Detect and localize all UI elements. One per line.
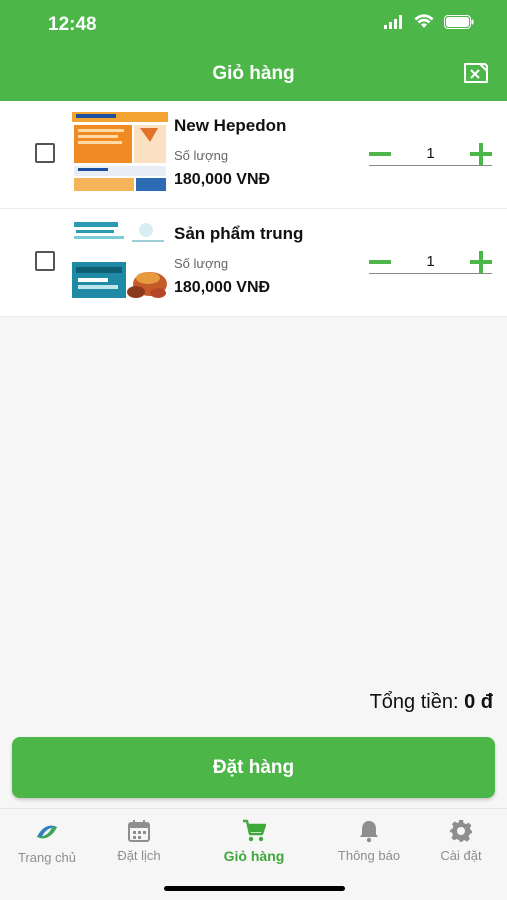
item-price: 180,000 VNĐ xyxy=(174,171,271,188)
item-name: New Hepedon xyxy=(174,116,287,135)
quantity-stepper: 1 xyxy=(369,251,492,275)
quantity-value[interactable]: 1 xyxy=(397,253,464,270)
tab-label: Thông báo xyxy=(337,848,401,863)
calendar-icon xyxy=(128,820,150,842)
plus-icon[interactable] xyxy=(470,251,492,273)
cart-item: Sản phẩm trung Số lượng 180,000 VNĐ 1 xyxy=(0,209,507,317)
status-time: 12:48 xyxy=(48,14,97,35)
item-checkbox[interactable] xyxy=(35,251,55,271)
cart-icon xyxy=(243,819,266,842)
minus-icon[interactable] xyxy=(369,251,391,273)
tab-label: Trang chủ xyxy=(17,850,77,865)
delete-cart-icon[interactable] xyxy=(463,62,489,84)
product-image xyxy=(72,112,168,193)
tab-cart[interactable]: Giỏ hàng xyxy=(209,819,299,864)
plus-icon[interactable] xyxy=(470,143,492,165)
quantity-label: Số lượng xyxy=(174,148,229,163)
tab-label: Đặt lịch xyxy=(117,848,161,863)
quantity-underline xyxy=(369,165,492,166)
logo-icon xyxy=(36,825,58,839)
quantity-value[interactable]: 1 xyxy=(397,145,464,162)
page-title: Giỏ hàng xyxy=(212,63,295,84)
bell-icon xyxy=(360,821,378,843)
home-indicator xyxy=(164,886,345,891)
status-icons xyxy=(384,14,474,29)
cart-list: New Hepedon Số lượng 180,000 VNĐ 1 Sản p… xyxy=(0,101,507,317)
item-price: 180,000 VNĐ xyxy=(174,279,271,296)
quantity-underline xyxy=(369,273,492,274)
quantity-stepper: 1 xyxy=(369,143,492,167)
place-order-button[interactable]: Đặt hàng xyxy=(12,737,495,798)
tab-booking[interactable]: Đặt lịch xyxy=(94,819,184,863)
total-summary: Tổng tiền: 0 đ xyxy=(370,691,493,714)
battery-icon xyxy=(444,14,474,29)
minus-icon[interactable] xyxy=(369,143,391,165)
total-value: 0 đ xyxy=(464,691,493,713)
gear-icon xyxy=(450,820,472,842)
item-name: Sản phẩm trung xyxy=(174,224,304,243)
tab-home[interactable]: Trang chủ xyxy=(2,819,92,865)
tab-label: Giỏ hàng xyxy=(223,848,285,864)
item-checkbox[interactable] xyxy=(35,143,55,163)
tab-label: Cài đặt xyxy=(440,848,482,863)
quantity-label: Số lượng xyxy=(174,256,229,271)
signal-icon xyxy=(384,14,402,29)
tab-settings[interactable]: Cài đặt xyxy=(416,819,506,863)
wifi-icon xyxy=(414,14,434,28)
app-header: 12:48 Giỏ hàng xyxy=(0,0,507,101)
cart-item: New Hepedon Số lượng 180,000 VNĐ 1 xyxy=(0,101,507,209)
product-image xyxy=(72,220,168,301)
total-label: Tổng tiền: xyxy=(369,691,459,713)
tab-notifications[interactable]: Thông báo xyxy=(324,819,414,863)
